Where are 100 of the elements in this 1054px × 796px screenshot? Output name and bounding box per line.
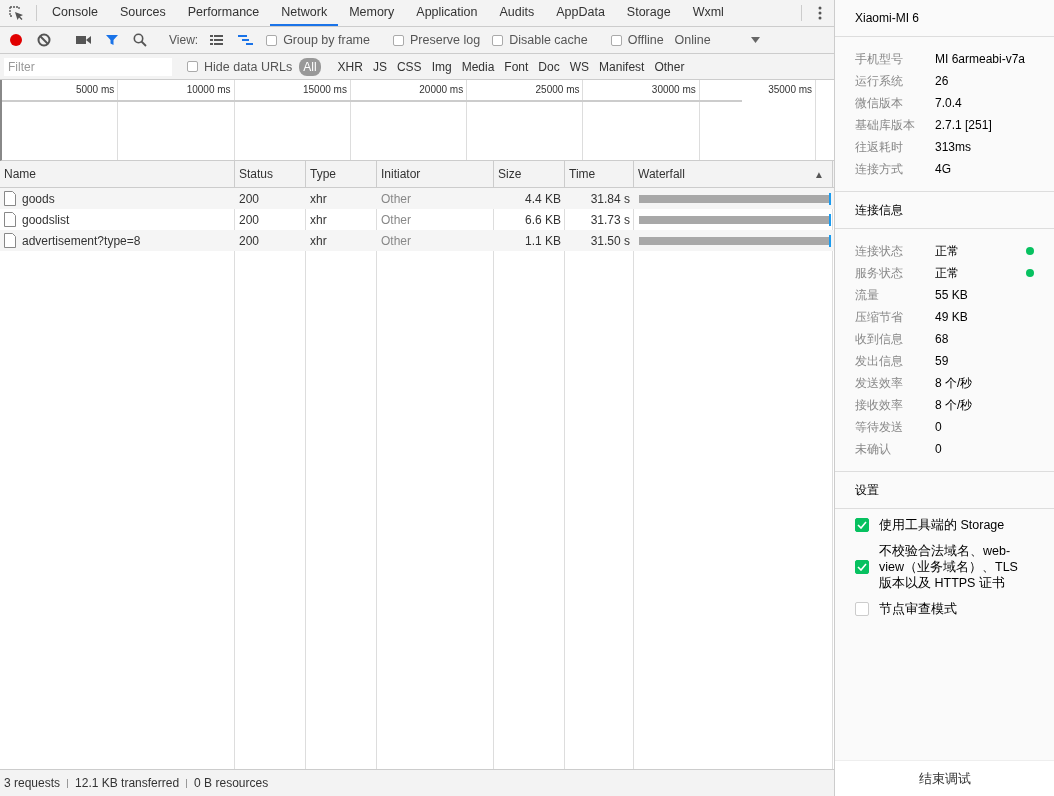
info-label: 基础库版本	[855, 116, 916, 134]
info-value: 7.0.4	[935, 96, 963, 110]
info-label: 收到信息	[855, 330, 904, 348]
column-header[interactable]: Time	[565, 161, 634, 187]
info-value: 2.7.1 [251]	[935, 118, 993, 132]
table-cell-text: xhr	[309, 232, 328, 250]
devtools-tab[interactable]: AppData	[545, 0, 616, 26]
info-value: 8 个/秒	[935, 374, 974, 392]
table-cell[interactable]: goodslist	[22, 212, 70, 227]
resource-type-filter[interactable]: Font	[500, 57, 533, 76]
resource-type-filter[interactable]: CSS	[392, 57, 426, 76]
section-title: 连接信息	[835, 192, 1054, 229]
info-label: 流量	[855, 286, 880, 304]
file-icon	[4, 212, 16, 227]
resource-type-filter[interactable]: Other	[650, 57, 689, 76]
devtools-tab[interactable]: Sources	[108, 0, 177, 26]
devtools-tab[interactable]: Audits	[488, 0, 546, 26]
table-cell-text: Other	[380, 190, 412, 208]
table-cell-text: 200	[238, 232, 261, 250]
resource-type-filter[interactable]: WS	[565, 57, 594, 76]
devtools-tab[interactable]: Storage	[615, 0, 682, 26]
table-cell-text: 6.6 KB	[523, 211, 562, 229]
table-cell[interactable]: goods	[22, 191, 55, 206]
info-label: 未确认	[855, 440, 892, 458]
sort-icon[interactable]: ▲	[814, 168, 828, 180]
info-value: 68	[935, 332, 950, 346]
info-value: 0	[935, 420, 943, 434]
info-label: 往返耗时	[855, 138, 904, 156]
timeline-tick: 10000 ms	[186, 84, 231, 95]
resource-type-filter[interactable]: Manifest	[595, 57, 649, 76]
status-text: 12.1 KB transferred	[75, 776, 180, 790]
table-cell-text: 31.84 s	[589, 190, 631, 208]
table-cell-text: 200	[238, 190, 261, 208]
status-text: 0 B resources	[194, 776, 269, 790]
table-cell-text: Other	[380, 211, 412, 229]
info-value: 4G	[935, 162, 952, 176]
info-value: 55 KB	[935, 288, 969, 302]
setting-label: 节点审查模式	[879, 601, 958, 617]
option-checkbox[interactable]: Disable cache	[487, 33, 593, 47]
section-title: 设置	[835, 472, 1054, 509]
option-checkbox[interactable]: Offline	[605, 33, 669, 47]
devtools-tab[interactable]: Memory	[338, 0, 406, 26]
table-cell-text: 31.50 s	[589, 232, 631, 250]
info-label: 连接方式	[855, 160, 904, 178]
info-label: 微信版本	[855, 94, 904, 112]
info-label: 手机型号	[855, 50, 904, 68]
table-cell-text: xhr	[309, 211, 328, 229]
info-value: 0	[935, 442, 943, 456]
info-value: MI 6armeabi-v7a	[935, 52, 1027, 66]
status-text: 3 requests	[4, 776, 61, 790]
option-checkbox[interactable]: Preserve log	[388, 33, 486, 47]
info-value: 8 个/秒	[935, 396, 974, 414]
devtools-tab[interactable]: Wxml	[681, 0, 735, 26]
setting-label: 不校验合法域名、web-view（业务域名）、TLS 版本以及 HTTPS 证书	[879, 543, 1019, 591]
timeline-tick: 30000 ms	[651, 84, 696, 95]
timeline-tick: 15000 ms	[302, 84, 347, 95]
setting-checkbox[interactable]	[855, 602, 869, 616]
timeline-tick: 25000 ms	[535, 84, 580, 95]
devtools-tab[interactable]: Performance	[176, 0, 271, 26]
info-label: 发出信息	[855, 352, 904, 370]
info-label: 等待发送	[855, 418, 904, 436]
end-debug-button[interactable]: 结束调试	[835, 760, 1054, 796]
device-title: Xiaomi-MI 6	[835, 0, 1054, 37]
table-cell[interactable]: advertisement?type=8	[22, 233, 141, 248]
resource-type-filter[interactable]: Doc	[534, 57, 564, 76]
table-cell-text: xhr	[309, 190, 328, 208]
resource-type-filter[interactable]: Img	[427, 57, 456, 76]
info-label: 连接状态	[855, 242, 904, 260]
resource-type-filter[interactable]: JS	[368, 57, 391, 76]
info-label: 压缩节省	[855, 308, 904, 326]
resource-type-filter[interactable]: Media	[457, 57, 499, 76]
table-cell-text: Other	[380, 232, 412, 250]
table-cell-text: 200	[238, 211, 261, 229]
column-header[interactable]: Size	[494, 161, 565, 187]
option-checkbox[interactable]: Group by frame	[261, 33, 375, 47]
filter-input[interactable]: Filter	[4, 57, 172, 76]
devtools-tab[interactable]: Application	[405, 0, 489, 26]
column-header[interactable]: Type	[306, 161, 377, 187]
resource-type-filter[interactable]: XHR	[333, 57, 367, 76]
column-header[interactable]: Waterfall ▲	[634, 161, 833, 187]
timeline-tick: 35000 ms	[768, 84, 813, 95]
info-label: 接收效率	[855, 396, 904, 414]
table-cell-text: 1.1 KB	[523, 232, 562, 250]
info-value: 正常	[935, 264, 960, 282]
setting-label: 使用工具端的 Storage	[879, 517, 1006, 533]
info-value: 26	[935, 74, 950, 88]
info-value: 正常	[935, 242, 960, 260]
caret-icon	[750, 37, 760, 43]
hide-data-urls-checkbox[interactable]: Hide data URLs	[182, 59, 298, 74]
devtools-tab[interactable]: Console	[41, 0, 109, 26]
file-icon	[4, 233, 16, 248]
throttling-dropdown[interactable]: Online	[670, 33, 764, 47]
info-value: 49 KB	[935, 310, 969, 324]
info-value: 59	[935, 354, 950, 368]
setting-checkbox[interactable]	[855, 518, 869, 532]
setting-checkbox[interactable]	[855, 560, 869, 574]
column-header[interactable]: Name	[0, 161, 235, 187]
timeline-tick: 5000 ms	[75, 84, 115, 95]
column-header[interactable]: Status	[235, 161, 306, 187]
column-header[interactable]: Initiator	[377, 161, 494, 187]
